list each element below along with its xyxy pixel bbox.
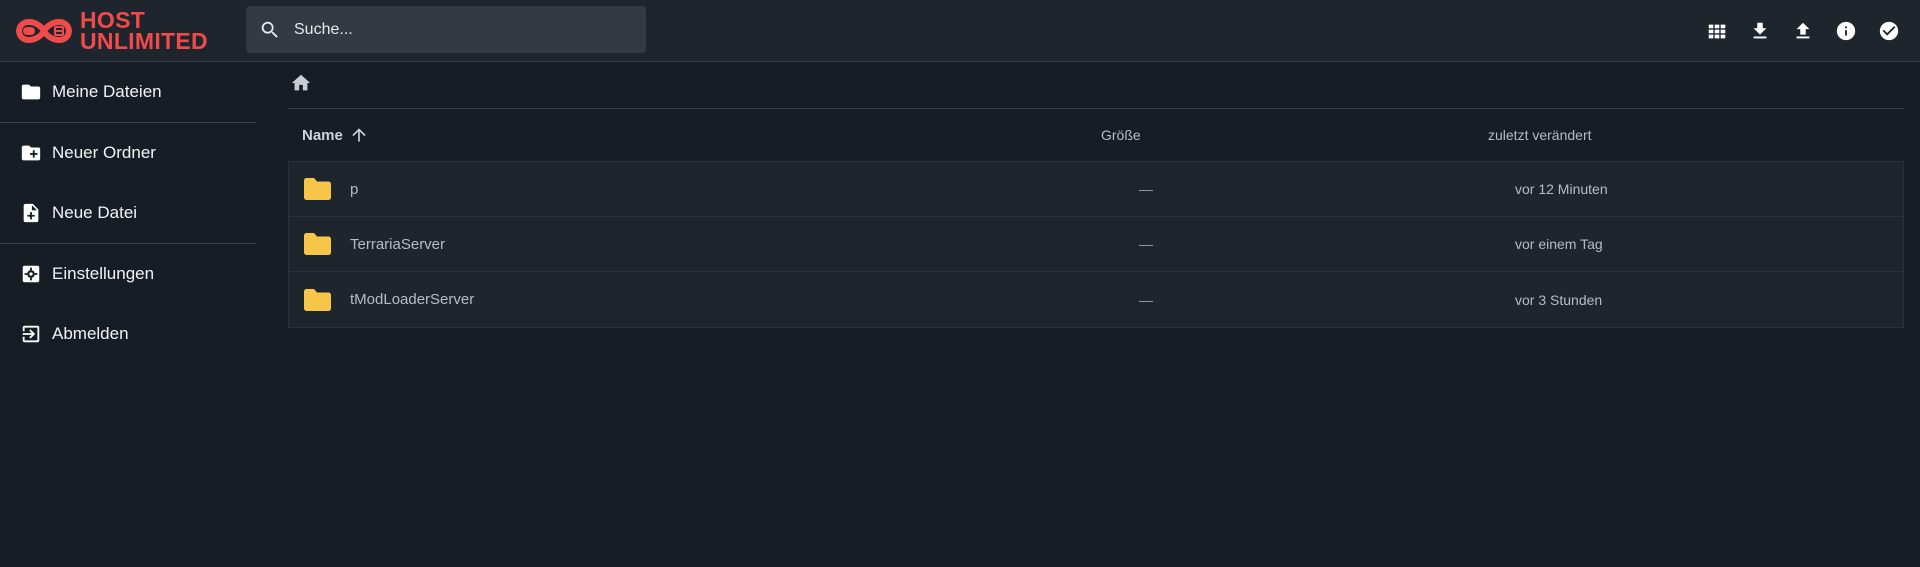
sidebar-item-my-files[interactable]: Meine Dateien — [0, 62, 256, 122]
sidebar-item-label: Meine Dateien — [52, 82, 162, 101]
sidebar-item-new-folder[interactable]: Neuer Ordner — [0, 123, 256, 183]
download-icon — [1753, 22, 1766, 39]
brand-line-2: UNLIMITED — [80, 28, 208, 54]
file-size: — — [1139, 291, 1153, 308]
select-check-icon — [1879, 21, 1898, 41]
settings-icon — [20, 263, 42, 285]
table-header: Name Größe zuletzt verändert — [288, 109, 1904, 161]
file-name: TerrariaServer — [350, 235, 446, 253]
folder-icon — [303, 232, 332, 256]
folder-icon — [303, 177, 332, 201]
file-name: tModLoaderServer — [350, 291, 475, 308]
upload-icon — [1796, 22, 1809, 39]
info-icon — [1836, 21, 1855, 41]
column-header-name[interactable]: Name — [288, 125, 1093, 145]
column-header-size[interactable]: Größe — [1093, 127, 1488, 143]
table-row[interactable]: p — vor 12 Minuten — [289, 162, 1903, 217]
column-header-modified[interactable]: zuletzt verändert — [1488, 127, 1592, 143]
upload-button[interactable] — [1781, 10, 1824, 53]
folder-icon — [20, 81, 42, 103]
header-actions — [1695, 0, 1920, 62]
search-bar[interactable] — [246, 6, 646, 53]
home-icon[interactable] — [290, 72, 312, 99]
file-table: p — vor 12 Minuten TerrariaServer — vor … — [288, 161, 1904, 328]
sidebar: Meine Dateien Neuer Ordner Neue Datei Ei… — [0, 62, 256, 364]
new-file-icon — [20, 202, 42, 224]
sidebar-item-label: Abmelden — [52, 324, 129, 343]
sort-ascending-icon — [352, 128, 366, 142]
sidebar-item-new-file[interactable]: Neue Datei — [0, 183, 256, 243]
table-row[interactable]: TerrariaServer — vor einem Tag — [289, 217, 1903, 272]
sidebar-item-label: Neuer Ordner — [52, 143, 156, 162]
file-size: — — [1139, 236, 1153, 252]
search-icon — [246, 19, 294, 41]
info-button[interactable] — [1824, 10, 1867, 53]
top-bar: HOST UNLIMITED — [0, 0, 1920, 62]
logout-icon — [20, 323, 42, 345]
new-folder-icon — [20, 142, 42, 164]
sidebar-item-settings[interactable]: Einstellungen — [0, 244, 256, 304]
sidebar-item-label: Einstellungen — [52, 264, 155, 283]
table-row[interactable]: tModLoaderServer — vor 3 Stunden — [289, 272, 1903, 327]
file-name: p — [350, 180, 359, 198]
infinity-gamepad-logo-icon — [15, 19, 73, 43]
file-modified: vor einem Tag — [1515, 236, 1603, 252]
breadcrumb — [288, 62, 1904, 109]
select-button[interactable] — [1867, 10, 1910, 53]
file-modified: vor 12 Minuten — [1515, 181, 1608, 197]
download-button[interactable] — [1738, 10, 1781, 53]
file-modified: vor 3 Stunden — [1515, 291, 1603, 308]
brand-logo[interactable]: HOST UNLIMITED — [14, 8, 208, 54]
search-input[interactable] — [294, 6, 646, 53]
grid-view-icon — [1708, 24, 1725, 39]
file-browser: Name Größe zuletzt verändert p — vor 12 … — [288, 62, 1904, 328]
sidebar-item-logout[interactable]: Abmelden — [0, 304, 256, 364]
sidebar-item-label: Neue Datei — [52, 203, 138, 222]
folder-icon — [303, 288, 332, 312]
file-size: — — [1139, 181, 1153, 197]
grid-view-button[interactable] — [1695, 10, 1738, 53]
